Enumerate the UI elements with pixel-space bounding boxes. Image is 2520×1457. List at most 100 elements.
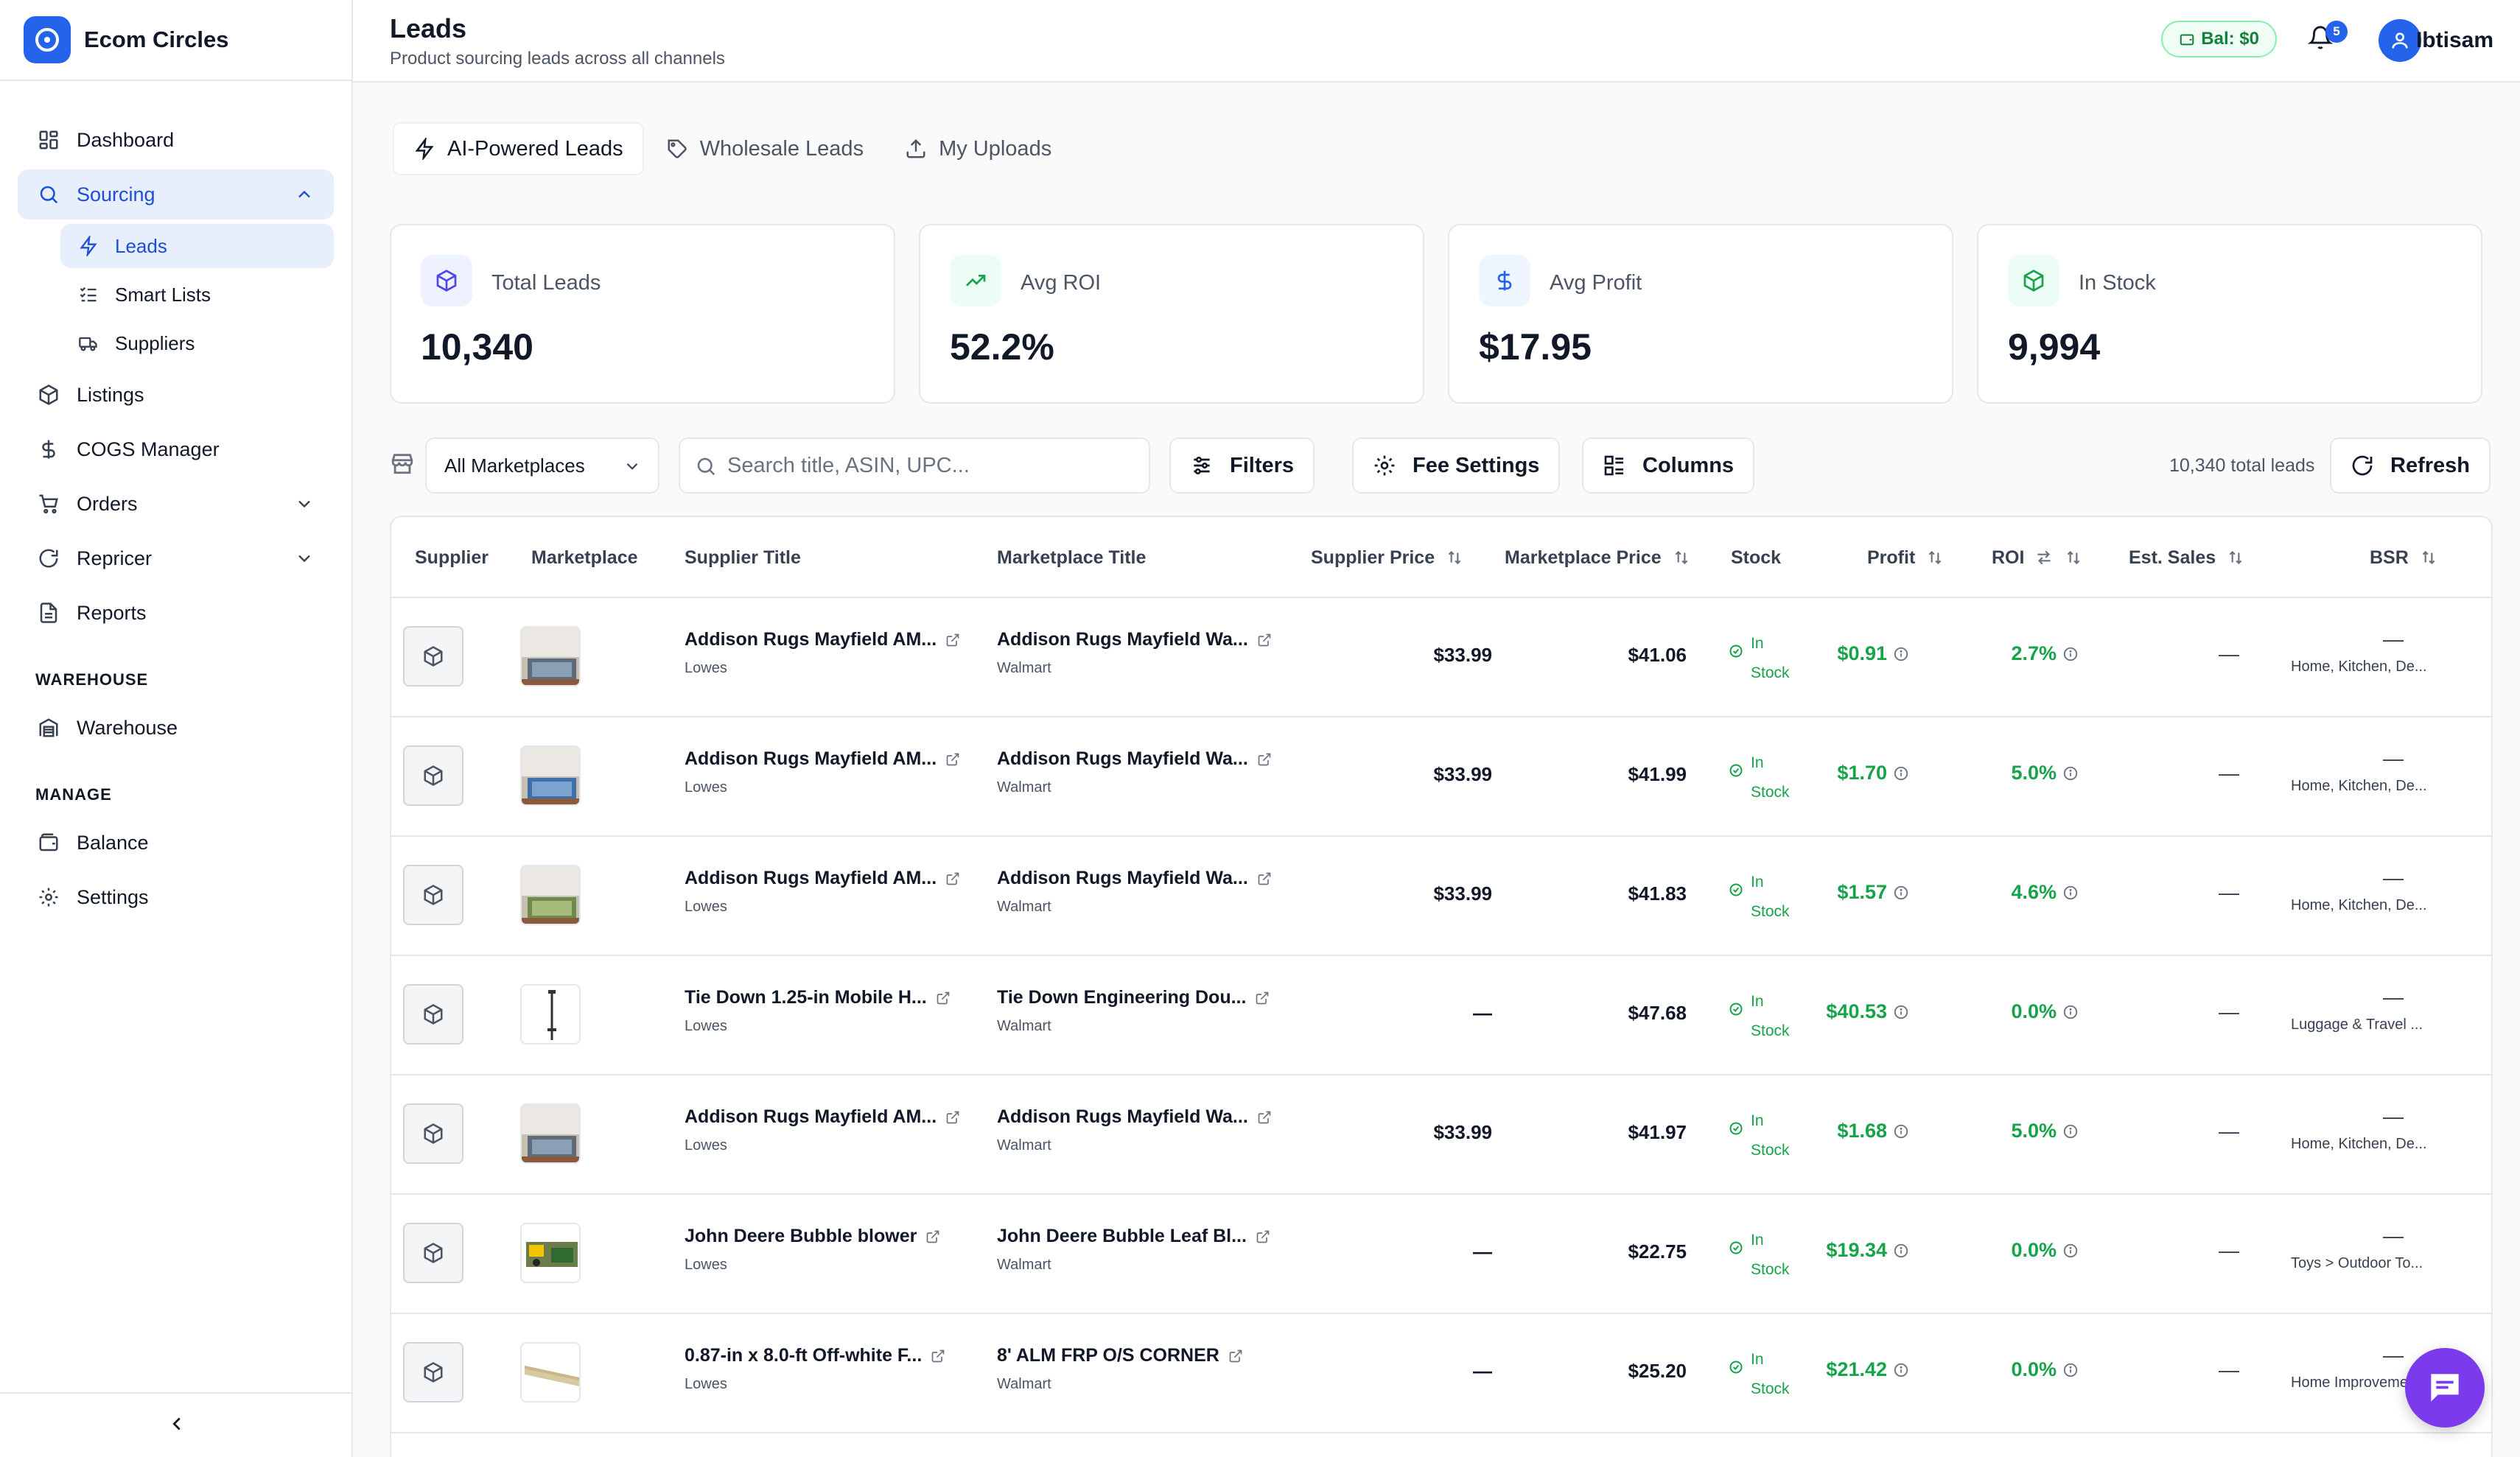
sidebar-item-settings[interactable]: Settings	[18, 872, 334, 922]
table-row[interactable]: Addison Rugs Mayfield AM... Lowes Addison …	[391, 717, 2491, 837]
supplier-logo-icon[interactable]	[403, 745, 463, 806]
external-link-icon[interactable]	[1256, 1229, 1270, 1244]
external-link-icon[interactable]	[1257, 1110, 1272, 1125]
chat-button[interactable]	[2405, 1348, 2485, 1428]
marketplace-title-link[interactable]: Addison Rugs Mayfield Wa...	[997, 1106, 1272, 1128]
sidebar-item-suppliers[interactable]: Suppliers	[60, 321, 334, 365]
collapse-sidebar-button[interactable]	[0, 1392, 353, 1457]
supplier-title-link[interactable]: Addison Rugs Mayfield AM...	[685, 1106, 960, 1128]
marketplace-title-link[interactable]: 8' ALM FRP O/S CORNER	[997, 1345, 1243, 1366]
supplier-title-link[interactable]: Addison Rugs Mayfield AM...	[685, 748, 960, 770]
table-row[interactable]: Tie Down 1.25-in Mobile H... Lowes Tie Dow…	[391, 956, 2491, 1075]
external-link-icon[interactable]	[945, 633, 960, 647]
marketplace-title-link[interactable]: Addison Rugs Mayfield Wa...	[997, 629, 1272, 650]
brand[interactable]: Ecom Circles	[0, 0, 351, 81]
filters-button[interactable]: Filters	[1169, 438, 1315, 494]
info-icon[interactable]	[2062, 1362, 2079, 1378]
product-thumbnail[interactable]	[520, 1223, 581, 1283]
sidebar-item-reports[interactable]: Reports	[18, 588, 334, 638]
info-icon[interactable]	[2062, 885, 2079, 901]
supplier-logo-icon[interactable]	[403, 865, 463, 925]
search-input[interactable]	[727, 453, 1125, 478]
info-icon[interactable]	[1893, 765, 1909, 782]
sidebar-item-leads[interactable]: Leads	[60, 224, 334, 268]
avatar[interactable]	[2379, 19, 2421, 62]
columns-button[interactable]: Columns	[1582, 438, 1755, 494]
sidebar-item-repricer[interactable]: Repricer	[18, 533, 334, 583]
marketplace-title-link[interactable]: Addison Rugs Mayfield Wa...	[997, 868, 1272, 889]
column-header-supplier-price[interactable]: Supplier Price	[1311, 517, 1464, 598]
supplier-logo-icon[interactable]	[403, 984, 463, 1045]
info-icon[interactable]	[1893, 1004, 1909, 1020]
column-header-roi[interactable]: ROI	[1992, 517, 2083, 598]
info-icon[interactable]	[1893, 646, 1909, 662]
chevron-down-icon[interactable]	[294, 494, 315, 514]
sort-icon[interactable]	[2226, 548, 2245, 567]
table-row[interactable]: John Deere Bubble blower Lowes John Deere …	[391, 1195, 2491, 1314]
supplier-title-link[interactable]: 0.87-in x 8.0-ft Off-white F...	[685, 1345, 945, 1366]
info-icon[interactable]	[2062, 646, 2079, 662]
external-link-icon[interactable]	[925, 1229, 940, 1244]
sort-icon[interactable]	[2419, 548, 2438, 567]
product-thumbnail[interactable]	[520, 745, 581, 806]
column-header-marketplace-price[interactable]: Marketplace Price	[1505, 517, 1691, 598]
sidebar-item-warehouse[interactable]: Warehouse	[18, 703, 334, 753]
sort-icon[interactable]	[1672, 548, 1691, 567]
external-link-icon[interactable]	[931, 1349, 945, 1363]
product-thumbnail[interactable]	[520, 1103, 581, 1164]
external-link-icon[interactable]	[1228, 1349, 1243, 1363]
chevron-down-icon[interactable]	[294, 548, 315, 569]
external-link-icon[interactable]	[945, 1110, 960, 1125]
sidebar-item-sourcing[interactable]: Sourcing	[18, 169, 334, 220]
fee-settings-button[interactable]: Fee Settings	[1352, 438, 1561, 494]
user-name[interactable]: Ibtisam	[2416, 28, 2493, 53]
column-header-bsr[interactable]: BSR	[2370, 517, 2438, 598]
marketplace-select[interactable]: All Marketplaces	[425, 438, 659, 494]
external-link-icon[interactable]	[945, 752, 960, 767]
balance-badge[interactable]: Bal: $0	[2161, 21, 2277, 57]
info-icon[interactable]	[1893, 1362, 1909, 1378]
tab-wholesale-leads[interactable]: Wholesale Leads	[647, 122, 883, 175]
info-icon[interactable]	[1893, 1123, 1909, 1140]
sort-icon[interactable]	[1925, 548, 1945, 567]
info-icon[interactable]	[1893, 1243, 1909, 1259]
chevron-up-icon[interactable]	[294, 184, 315, 205]
info-icon[interactable]	[1893, 885, 1909, 901]
marketplace-title-link[interactable]: Addison Rugs Mayfield Wa...	[997, 748, 1272, 770]
swap-icon[interactable]	[2034, 548, 2054, 567]
supplier-title-link[interactable]: Tie Down 1.25-in Mobile H...	[685, 987, 951, 1008]
supplier-logo-icon[interactable]	[403, 1103, 463, 1164]
table-row[interactable]: 0.87-in x 8.0-ft Off-white F... Lowes 8' A…	[391, 1314, 2491, 1433]
sidebar-item-cogs-manager[interactable]: COGS Manager	[18, 424, 334, 474]
sidebar-item-balance[interactable]: Balance	[18, 818, 334, 868]
product-thumbnail[interactable]	[520, 626, 581, 687]
info-icon[interactable]	[2062, 1123, 2079, 1140]
info-icon[interactable]	[2062, 1004, 2079, 1020]
sidebar-item-smart-lists[interactable]: Smart Lists	[60, 273, 334, 317]
table-row[interactable]: Addison Rugs Mayfield AM... Lowes Addison …	[391, 837, 2491, 956]
marketplace-title-link[interactable]: John Deere Bubble Leaf Bl...	[997, 1226, 1270, 1247]
external-link-icon[interactable]	[936, 991, 951, 1005]
sort-icon[interactable]	[2064, 548, 2083, 567]
marketplace-title-link[interactable]: Tie Down Engineering Dou...	[997, 987, 1270, 1008]
table-row[interactable]: Addison Rugs Mayfield AM... Lowes Addison …	[391, 1075, 2491, 1195]
product-thumbnail[interactable]	[520, 984, 581, 1045]
supplier-title-link[interactable]: John Deere Bubble blower	[685, 1226, 940, 1247]
supplier-logo-icon[interactable]	[403, 1223, 463, 1283]
supplier-logo-icon[interactable]	[403, 1342, 463, 1402]
external-link-icon[interactable]	[1257, 871, 1272, 886]
column-header-est-sales[interactable]: Est. Sales	[2129, 517, 2245, 598]
sidebar-item-orders[interactable]: Orders	[18, 479, 334, 529]
external-link-icon[interactable]	[1257, 633, 1272, 647]
external-link-icon[interactable]	[1255, 991, 1270, 1005]
supplier-title-link[interactable]: Addison Rugs Mayfield AM...	[685, 629, 960, 650]
sidebar-item-listings[interactable]: Listings	[18, 370, 334, 420]
info-icon[interactable]	[2062, 1243, 2079, 1259]
column-header-profit[interactable]: Profit	[1867, 517, 1945, 598]
external-link-icon[interactable]	[1257, 752, 1272, 767]
tab-ai-powered-leads[interactable]: AI-Powered Leads	[393, 122, 644, 175]
sidebar-item-dashboard[interactable]: Dashboard	[18, 115, 334, 165]
product-thumbnail[interactable]	[520, 1342, 581, 1402]
product-thumbnail[interactable]	[520, 865, 581, 925]
info-icon[interactable]	[2062, 765, 2079, 782]
